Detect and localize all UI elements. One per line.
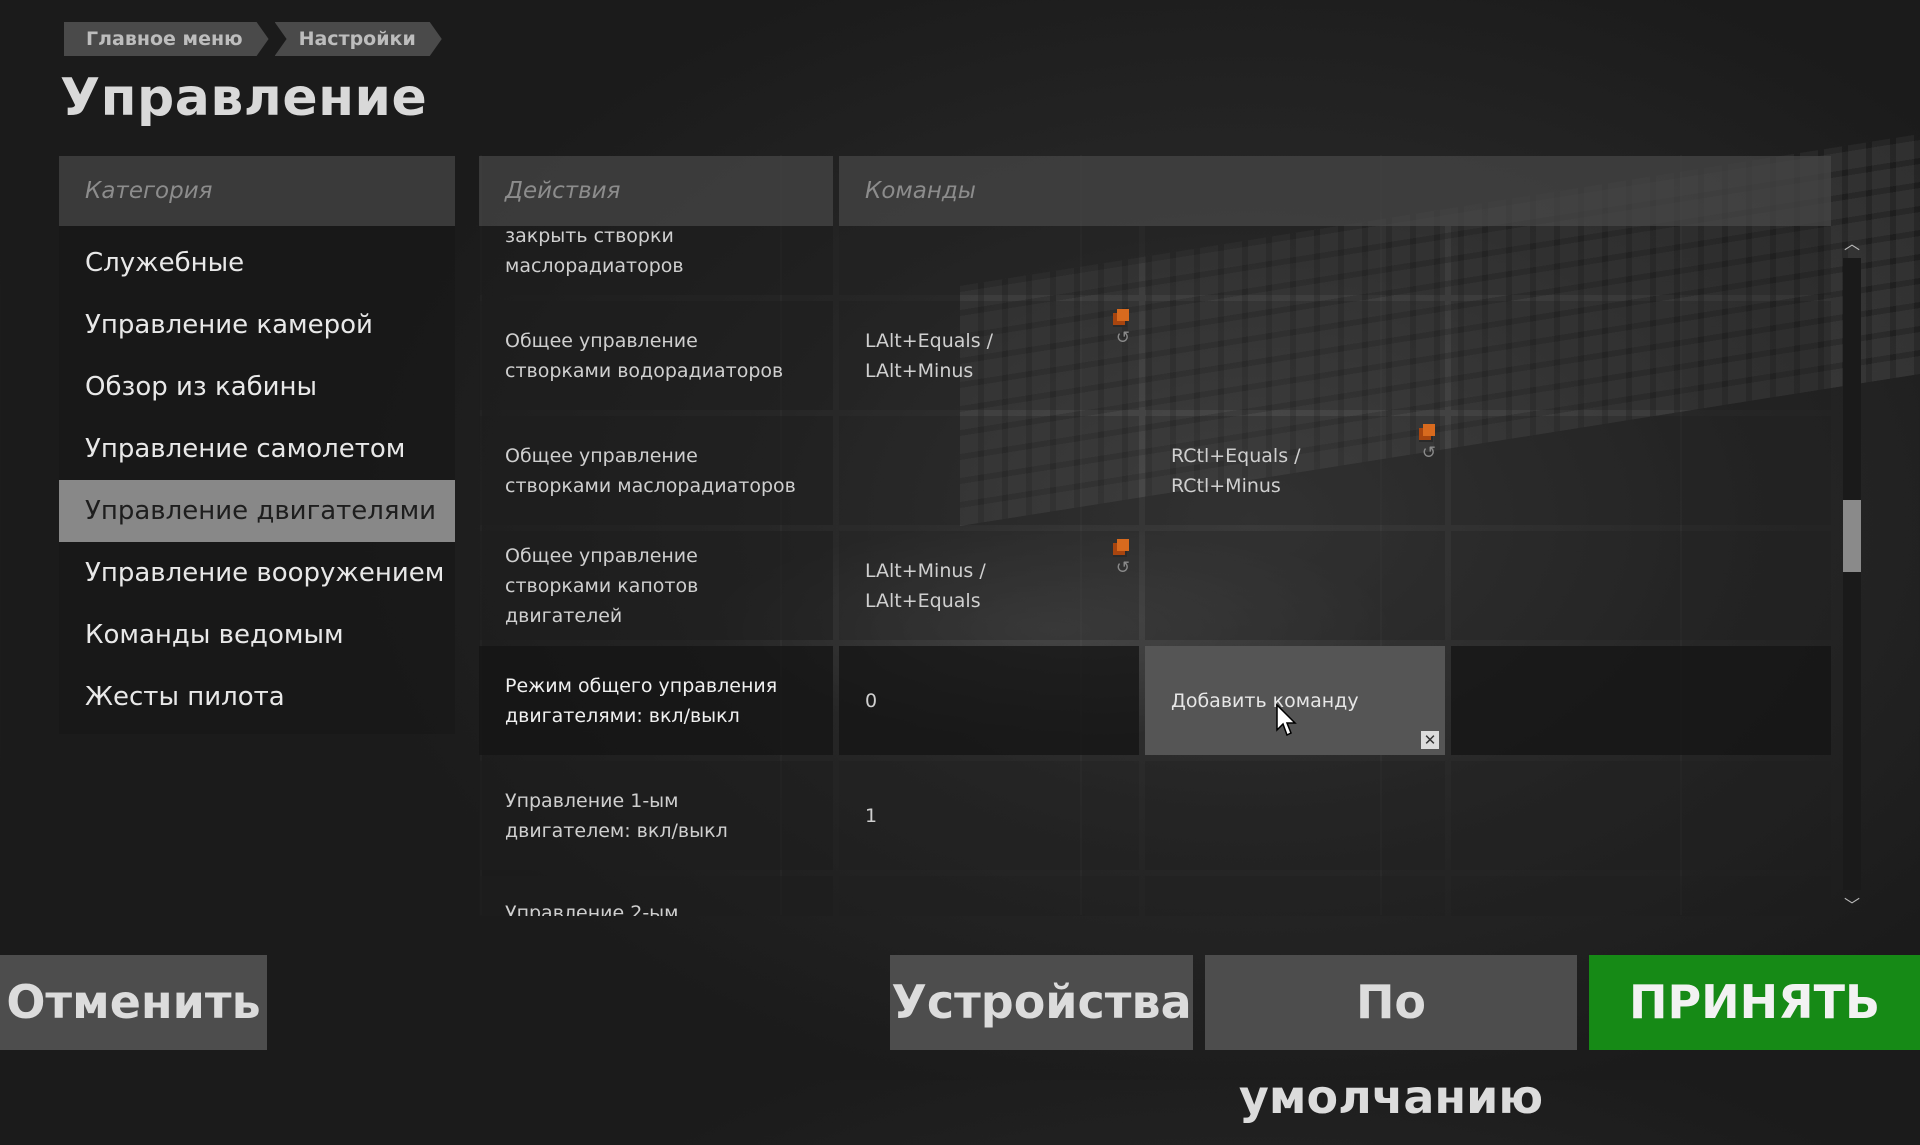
devices-button[interactable]: Устройства [890, 955, 1193, 1050]
cancel-button[interactable]: Отменить [0, 955, 267, 1050]
command-cell[interactable]: RCtl+Equals / RCtl+Minus ↺ [1145, 416, 1445, 525]
breadcrumb-main-menu[interactable]: Главное меню [64, 22, 269, 56]
command-cell[interactable] [1451, 876, 1831, 916]
action-label: Общее управление створками капотов двига… [479, 531, 833, 640]
command-cell[interactable] [1145, 761, 1445, 870]
category-header: Категория [59, 156, 455, 226]
undo-icon[interactable]: ↺ [1114, 559, 1132, 577]
category-panel: Категория Служебные Управление камерой О… [59, 156, 455, 734]
category-item-weapons[interactable]: Управление вооружением [59, 542, 455, 604]
command-cell[interactable]: 0 [839, 646, 1139, 755]
bind-copy-icon[interactable]: ↺ [1419, 424, 1439, 464]
undo-icon[interactable]: ↺ [1114, 329, 1132, 347]
scrollbar-thumb[interactable] [1843, 500, 1861, 572]
action-label: закрыть створки маслорадиаторов [479, 226, 833, 295]
command-cell[interactable] [1451, 531, 1831, 640]
table-row: Управление 1-ым двигателем: вкл/выкл 1 [479, 761, 1831, 870]
command-cell[interactable] [1451, 416, 1831, 525]
page-title: Управление [60, 68, 428, 128]
table-row: Общее управление створками маслорадиатор… [479, 416, 1831, 525]
bind-copy-icon[interactable]: ↺ [1113, 309, 1133, 349]
table-row-selected: Режим общего управления двигателями: вкл… [479, 646, 1831, 755]
add-command-cell[interactable]: Добавить команду ✕ [1145, 646, 1445, 755]
cursor-icon [1276, 704, 1297, 737]
undo-icon[interactable]: ↺ [1420, 444, 1438, 462]
controls-table: Действия Команды закрыть створки маслора… [479, 156, 1831, 916]
default-button[interactable]: По умолчанию [1205, 955, 1577, 1124]
table-row: Общее управление створками капотов двига… [479, 531, 1831, 640]
command-cell[interactable] [839, 416, 1139, 525]
scroll-up-icon[interactable]: ︿ [1839, 234, 1865, 254]
actions-header: Действия [479, 156, 833, 226]
command-cell[interactable] [1451, 646, 1831, 755]
command-cell[interactable]: LAlt+Equals / LAlt+Minus ↺ [839, 301, 1139, 410]
category-item-engines[interactable]: Управление двигателями [59, 480, 455, 542]
commands-header: Команды [839, 156, 1831, 226]
scroll-down-icon[interactable]: ﹀ [1839, 896, 1865, 916]
command-cell[interactable]: 1 [839, 761, 1139, 870]
action-label: Режим общего управления двигателями: вкл… [479, 646, 833, 755]
category-item-camera[interactable]: Управление камерой [59, 294, 455, 356]
action-label: Управление 2-ым двигателем: [479, 876, 833, 916]
scrollbar-track[interactable] [1843, 258, 1861, 890]
command-cell[interactable] [1451, 226, 1831, 295]
action-label: Общее управление створками маслорадиатор… [479, 416, 833, 525]
command-cell[interactable] [839, 226, 1139, 295]
command-cell[interactable] [839, 876, 1139, 916]
command-cell[interactable] [1145, 876, 1445, 916]
accept-button[interactable]: ПРИНЯТЬ [1589, 955, 1920, 1050]
bind-copy-icon[interactable]: ↺ [1113, 539, 1133, 579]
command-cell[interactable]: LAlt+Minus / LAlt+Equals ↺ [839, 531, 1139, 640]
category-item-service[interactable]: Служебные [59, 232, 455, 294]
command-cell[interactable] [1145, 226, 1445, 295]
table-row: Общее управление створками водорадиаторо… [479, 301, 1831, 410]
table-row: закрыть створки маслорадиаторов [479, 226, 1831, 295]
category-item-wingmen[interactable]: Команды ведомым [59, 604, 455, 666]
close-icon[interactable]: ✕ [1421, 731, 1439, 749]
command-cell[interactable] [1145, 301, 1445, 410]
action-label: Управление 1-ым двигателем: вкл/выкл [479, 761, 833, 870]
category-item-cockpit-view[interactable]: Обзор из кабины [59, 356, 455, 418]
command-cell[interactable] [1451, 301, 1831, 410]
category-item-pilot-gestures[interactable]: Жесты пилота [59, 666, 455, 728]
command-cell[interactable] [1145, 531, 1445, 640]
category-list: Служебные Управление камерой Обзор из ка… [59, 226, 455, 734]
breadcrumb: Главное меню Настройки [64, 22, 448, 56]
breadcrumb-settings[interactable]: Настройки [275, 22, 442, 56]
rows-viewport: закрыть створки маслорадиаторов Общее уп… [479, 226, 1831, 916]
table-row: Управление 2-ым двигателем: [479, 876, 1831, 916]
action-label: Общее управление створками водорадиаторо… [479, 301, 833, 410]
command-cell[interactable] [1451, 761, 1831, 870]
category-item-aircraft[interactable]: Управление самолетом [59, 418, 455, 480]
